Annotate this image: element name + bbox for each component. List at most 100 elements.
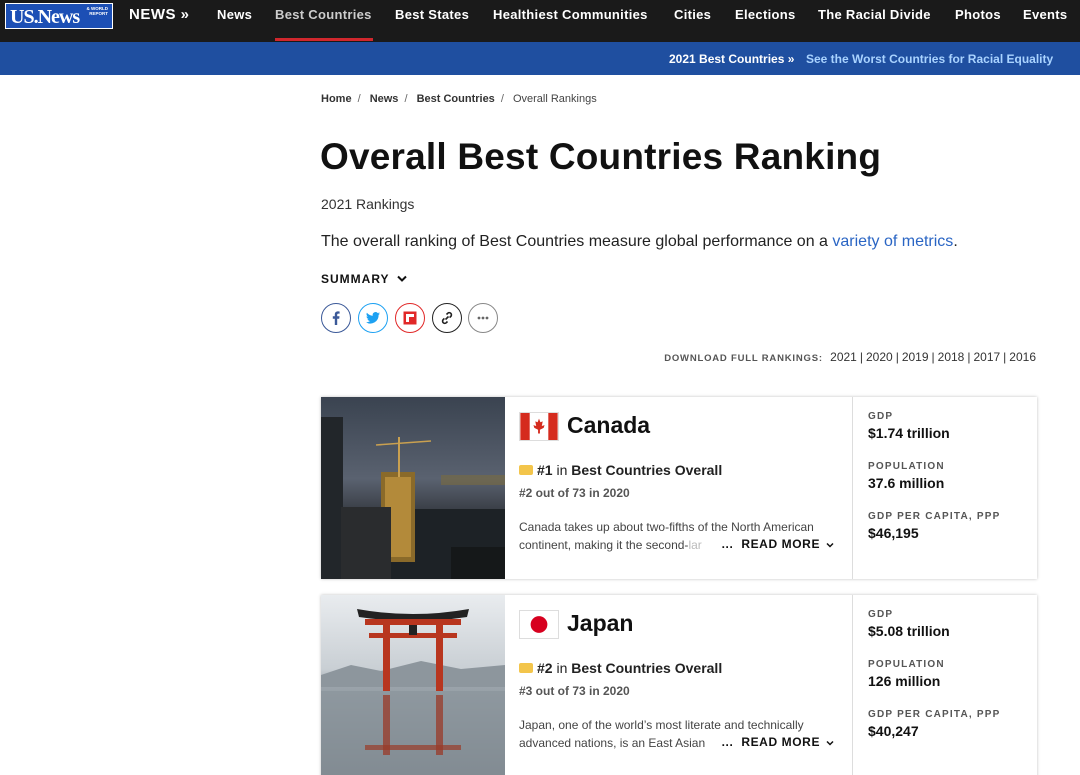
summary-label: SUMMARY — [321, 272, 390, 286]
stat-label: GDP PER CAPITA, PPP — [868, 709, 1001, 720]
share-facebook-button[interactable] — [321, 303, 351, 333]
nav-item-racial-divide[interactable]: The Racial Divide — [818, 0, 931, 42]
lede-period: . — [953, 233, 958, 250]
page-subtitle: 2021 Rankings — [321, 196, 415, 212]
rank-number: #1 — [537, 462, 553, 478]
ellipsis: ... — [721, 735, 734, 749]
rank-in: in — [556, 462, 568, 478]
share-twitter-button[interactable] — [358, 303, 388, 333]
country-card-japan: Japan #2 in Best Countries Overall #3 ou… — [321, 595, 1037, 775]
variety-of-metrics-link[interactable]: variety of metrics — [832, 233, 953, 250]
twitter-icon — [366, 312, 380, 324]
stat-gdp: GDP $1.74 trillion — [868, 411, 950, 441]
chevron-down-icon — [396, 275, 407, 282]
download-year-2018[interactable]: 2018 — [938, 350, 965, 364]
year-divider: | — [967, 350, 971, 364]
summary-toggle[interactable]: SUMMARY — [321, 272, 407, 286]
nav-item-elections[interactable]: Elections — [735, 0, 796, 42]
link-icon — [441, 311, 453, 325]
best-countries-2021-link[interactable]: 2021 Best Countries » — [669, 52, 794, 66]
rank-number: #2 — [537, 660, 553, 676]
read-more-button[interactable]: ... READ MORE — [719, 735, 834, 749]
japan-stats: GDP $5.08 trillion POPULATION 126 millio… — [853, 595, 1037, 775]
canada-photo[interactable] — [321, 397, 505, 579]
stat-label: POPULATION — [868, 461, 945, 472]
year-divider: | — [931, 350, 935, 364]
more-share-options-button[interactable] — [468, 303, 498, 333]
country-card-canada: Canada #1 in Best Countries Overall #2 o… — [321, 397, 1037, 579]
stat-label: POPULATION — [868, 659, 945, 670]
current-rank: #2 in Best Countries Overall — [519, 660, 722, 676]
canada-info: Canada #1 in Best Countries Overall #2 o… — [505, 397, 853, 579]
nav-item-photos[interactable]: Photos — [955, 0, 1001, 42]
stat-label: GDP PER CAPITA, PPP — [868, 511, 1001, 522]
previous-rank: #2 out of 73 in 2020 — [519, 486, 630, 500]
stat-value: 37.6 million — [868, 475, 945, 491]
lede-text: The overall ranking of Best Countries me… — [321, 233, 833, 250]
canada-flag-icon — [519, 412, 559, 441]
stat-gdp: GDP $5.08 trillion — [868, 609, 950, 639]
page-title: Overall Best Countries Ranking — [320, 136, 882, 177]
stat-value: $5.08 trillion — [868, 623, 950, 639]
nav-item-news[interactable]: News — [217, 0, 252, 42]
country-name[interactable]: Japan — [567, 610, 633, 637]
download-year-2019[interactable]: 2019 — [902, 350, 929, 364]
rank-category: Best Countries Overall — [571, 660, 723, 676]
copy-link-button[interactable] — [432, 303, 462, 333]
nav-news-section[interactable]: NEWS » — [129, 0, 190, 42]
stat-population: POPULATION 37.6 million — [868, 461, 945, 491]
canada-city-image — [321, 397, 505, 579]
year-divider: | — [859, 350, 863, 364]
breadcrumb-separator: / — [404, 93, 408, 105]
download-year-2020[interactable]: 2020 — [866, 350, 893, 364]
page-lede: The overall ranking of Best Countries me… — [321, 233, 958, 251]
facebook-icon — [332, 311, 340, 325]
stat-label: GDP — [868, 609, 894, 620]
read-more-label: READ MORE — [741, 735, 821, 749]
flipboard-icon — [403, 311, 417, 325]
download-year-2016[interactable]: 2016 — [1009, 350, 1036, 364]
read-more-button[interactable]: ... READ MORE — [719, 537, 834, 551]
stat-population: POPULATION 126 million — [868, 659, 945, 689]
download-year-2021[interactable]: 2021 — [830, 350, 857, 364]
breadcrumb: Home / News / Best Countries / Overall Rank… — [321, 93, 603, 105]
stat-value: $1.74 trillion — [868, 425, 950, 441]
nav-item-cities[interactable]: Cities — [674, 0, 711, 42]
nav-item-events[interactable]: Events — [1023, 0, 1067, 42]
nav-item-best-states[interactable]: Best States — [395, 0, 469, 42]
canada-stats: GDP $1.74 trillion POPULATION 37.6 milli… — [853, 397, 1037, 579]
previous-rank: #3 out of 73 in 2020 — [519, 684, 630, 698]
year-divider: | — [895, 350, 899, 364]
nav-item-best-countries[interactable]: Best Countries — [275, 0, 372, 42]
year-divider: | — [1003, 350, 1007, 364]
promo-bar: 2021 Best Countries » See the Worst Coun… — [0, 42, 1080, 75]
download-full-rankings: DOWNLOAD FULL RANKINGS: 2021 | 2020 | 2019 | 2… — [664, 350, 1036, 364]
japan-torii-image — [321, 595, 505, 775]
breadcrumb-separator: / — [500, 93, 504, 105]
blurb-faded-text: lar — [688, 538, 702, 552]
country-name[interactable]: Canada — [567, 412, 650, 439]
nav-item-healthiest-communities[interactable]: Healthiest Communities — [493, 0, 648, 42]
read-more-label: READ MORE — [741, 537, 821, 551]
ellipsis: ... — [721, 537, 734, 551]
top-navigation: US.News & WORLD REPORT NEWS » News Best … — [0, 0, 1080, 42]
breadcrumb-best-countries[interactable]: Best Countries — [417, 93, 495, 105]
chevron-down-icon — [826, 740, 834, 746]
stat-value: $40,247 — [868, 723, 919, 739]
breadcrumb-home[interactable]: Home — [321, 93, 352, 105]
share-flipboard-button[interactable] — [395, 303, 425, 333]
rank-in: in — [556, 660, 568, 676]
download-label: DOWNLOAD FULL RANKINGS: — [664, 353, 823, 364]
logo-subtext: & WORLD REPORT — [86, 6, 109, 16]
stat-label: GDP — [868, 411, 894, 422]
stat-gdp-per-capita: GDP PER CAPITA, PPP $40,247 — [868, 709, 1000, 739]
worst-countries-racial-equality-link[interactable]: See the Worst Countries for Racial Equal… — [806, 52, 1053, 66]
japan-photo[interactable] — [321, 595, 505, 775]
rank-category: Best Countries Overall — [571, 462, 723, 478]
download-year-2017[interactable]: 2017 — [973, 350, 1000, 364]
breadcrumb-current: Overall Rankings — [512, 93, 597, 105]
usnews-logo[interactable]: US.News & WORLD REPORT — [5, 3, 113, 29]
breadcrumb-news[interactable]: News — [370, 93, 399, 105]
logo-wordmark: US.News — [10, 6, 80, 28]
japan-flag-icon — [519, 610, 559, 639]
